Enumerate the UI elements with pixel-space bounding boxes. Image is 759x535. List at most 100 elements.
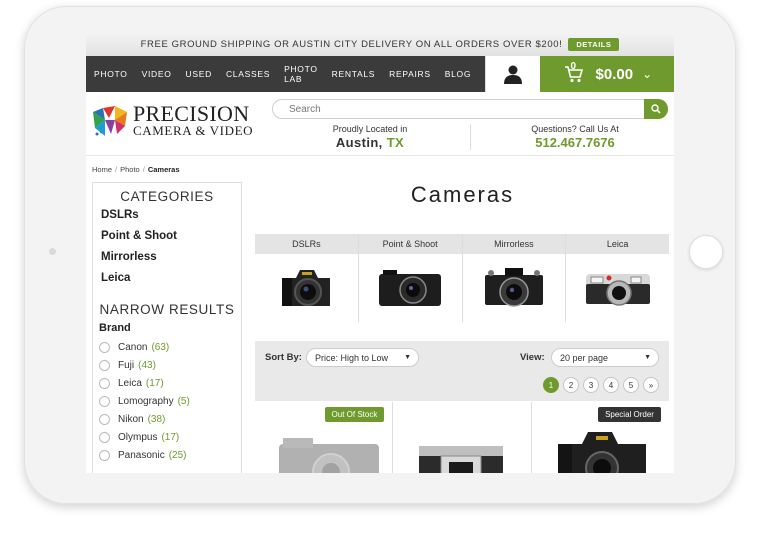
product-card[interactable]: Out Of Stock	[255, 402, 394, 473]
brand-name: Canon	[118, 341, 148, 353]
view-value: 20 per page	[560, 352, 609, 363]
logo-line1: PRECISION	[133, 101, 250, 126]
cart-total: $0.00	[595, 65, 634, 83]
category-tile-mirrorless[interactable]: Mirrorless	[462, 234, 567, 322]
tile-label: Leica	[566, 234, 669, 254]
brand-count: (38)	[147, 413, 166, 425]
sidebar-category-dslrs[interactable]: DSLRs	[101, 209, 241, 230]
sidebar-category-point-shoot[interactable]: Point & Shoot	[101, 230, 241, 251]
brand-count: (63)	[151, 341, 170, 353]
sort-select[interactable]: Price: High to Low ▼	[306, 348, 419, 367]
breadcrumb: Home / Photo / Cameras	[92, 165, 180, 174]
product-image	[279, 438, 379, 473]
product-image	[557, 432, 646, 473]
nav-rentals[interactable]: RENTALS	[332, 69, 375, 79]
radio-button[interactable]	[99, 413, 110, 425]
tile-label: Point & Shoot	[358, 234, 462, 254]
brand-filter-nikon[interactable]: Nikon (38)	[99, 410, 241, 428]
site-header: PRECISION CAMERA & VIDEO Search Proudly …	[86, 92, 674, 156]
out-of-stock-badge: Out Of Stock	[324, 407, 385, 422]
brand-filter-canon[interactable]: Canon (63)	[99, 338, 241, 356]
category-tile-point-shoot[interactable]: Point & Shoot	[358, 234, 463, 322]
page-4[interactable]: 4	[603, 377, 619, 393]
radio-button[interactable]	[99, 359, 110, 371]
brand-count: (17)	[145, 377, 164, 389]
point-shoot-camera-image	[359, 254, 462, 322]
promo-banner: FREE GROUND SHIPPING OR AUSTIN CITY DELI…	[86, 32, 674, 56]
brand-count: (17)	[161, 431, 180, 443]
special-order-badge: Special Order	[598, 407, 661, 422]
store-location: Proudly Located in Austin, TX	[278, 124, 462, 150]
page-next[interactable]: »	[643, 377, 659, 393]
brand-count: (43)	[138, 359, 156, 371]
location-state: TX	[386, 135, 405, 150]
brand-filter-fuji[interactable]: Fuji (43)	[99, 356, 241, 374]
nav-photo[interactable]: PHOTO	[94, 69, 128, 79]
page-5[interactable]: 5	[623, 377, 639, 393]
mirrorless-camera-image	[463, 254, 566, 322]
nav-blog[interactable]: BLOG	[445, 69, 471, 79]
brand-filter-lomography[interactable]: Lomography (5)	[99, 392, 241, 410]
page-2[interactable]: 2	[563, 377, 579, 393]
view-select[interactable]: 20 per page ▼	[551, 348, 659, 367]
brand-name: Lomography	[118, 395, 174, 407]
page-title: Cameras	[410, 182, 515, 207]
leica-camera-image	[566, 254, 669, 322]
search-input[interactable]: Search	[272, 99, 668, 119]
header-divider	[470, 124, 471, 150]
category-tiles: DSLRs Point & Shoot Mirrorless Leica	[255, 234, 669, 322]
brand-filter-olympus[interactable]: Olympus (17)	[99, 428, 241, 446]
radio-button[interactable]	[99, 395, 110, 407]
cart-button[interactable]: 0 $0.00 ⌄	[539, 56, 674, 92]
caret-down-icon: ▼	[644, 354, 651, 361]
category-tile-dslrs[interactable]: DSLRs	[255, 234, 359, 322]
brand-count: (25)	[168, 449, 187, 461]
sort-value: Price: High to Low	[315, 352, 389, 363]
nav-classes[interactable]: CLASSES	[226, 69, 270, 79]
contact-phone: Questions? Call Us At 512.467.7676	[482, 124, 668, 150]
nav-video[interactable]: VIDEO	[142, 69, 172, 79]
brand-filter-panasonic[interactable]: Panasonic (25)	[99, 446, 241, 464]
product-card[interactable]: Special Order	[532, 402, 669, 473]
nav-repairs[interactable]: REPAIRS	[389, 69, 431, 79]
sidebar-category-leica[interactable]: Leica	[101, 272, 241, 293]
search-button[interactable]	[644, 99, 668, 119]
cart-count: 0	[570, 61, 577, 72]
product-image	[419, 446, 504, 473]
page-3[interactable]: 3	[583, 377, 599, 393]
category-tile-leica[interactable]: Leica	[566, 234, 669, 322]
radio-button[interactable]	[99, 431, 110, 443]
radio-button[interactable]	[99, 341, 110, 353]
tile-label: Mirrorless	[462, 234, 566, 254]
sidebar-category-mirrorless[interactable]: Mirrorless	[101, 251, 241, 272]
radio-button[interactable]	[99, 449, 110, 461]
tablet-home-button[interactable]	[689, 235, 723, 269]
page-1[interactable]: 1	[543, 377, 559, 393]
view-label: View:	[520, 352, 545, 363]
location-city: Austin,	[335, 135, 383, 150]
website-screen: FREE GROUND SHIPPING OR AUSTIN CITY DELI…	[86, 32, 674, 473]
categories-heading: CATEGORIES	[120, 189, 214, 204]
promo-details-button[interactable]: DETAILS	[568, 37, 620, 51]
site-logo[interactable]: PRECISION CAMERA & VIDEO	[91, 101, 253, 138]
user-icon	[503, 65, 522, 84]
phone-number[interactable]: 512.467.7676	[482, 135, 668, 150]
promo-text: FREE GROUND SHIPPING OR AUSTIN CITY DELI…	[140, 38, 563, 50]
account-button[interactable]	[485, 56, 540, 92]
brand-heading: Brand	[99, 322, 131, 334]
brand-filter-leica[interactable]: Leica (17)	[99, 374, 241, 392]
tile-label: DSLRs	[255, 234, 358, 254]
nav-photo-lab[interactable]: PHOTO LAB	[284, 64, 318, 84]
breadcrumb-home[interactable]: Home	[92, 165, 112, 174]
pagination: 1 2 3 4 5 »	[539, 377, 659, 393]
product-grid: Out Of Stock Special Order	[255, 402, 669, 473]
sort-label: Sort By:	[265, 352, 302, 363]
caret-down-icon: ▼	[404, 354, 411, 361]
nav-used[interactable]: USED	[186, 69, 212, 79]
breadcrumb-photo[interactable]: Photo	[120, 165, 140, 174]
contact-label: Questions? Call Us At	[531, 124, 619, 134]
brand-name: Panasonic	[118, 449, 165, 461]
brand-filter-list: Canon (63) Fuji (43) Leica (17) Lomography(…	[93, 338, 241, 464]
product-card[interactable]	[393, 402, 532, 473]
radio-button[interactable]	[99, 377, 110, 389]
